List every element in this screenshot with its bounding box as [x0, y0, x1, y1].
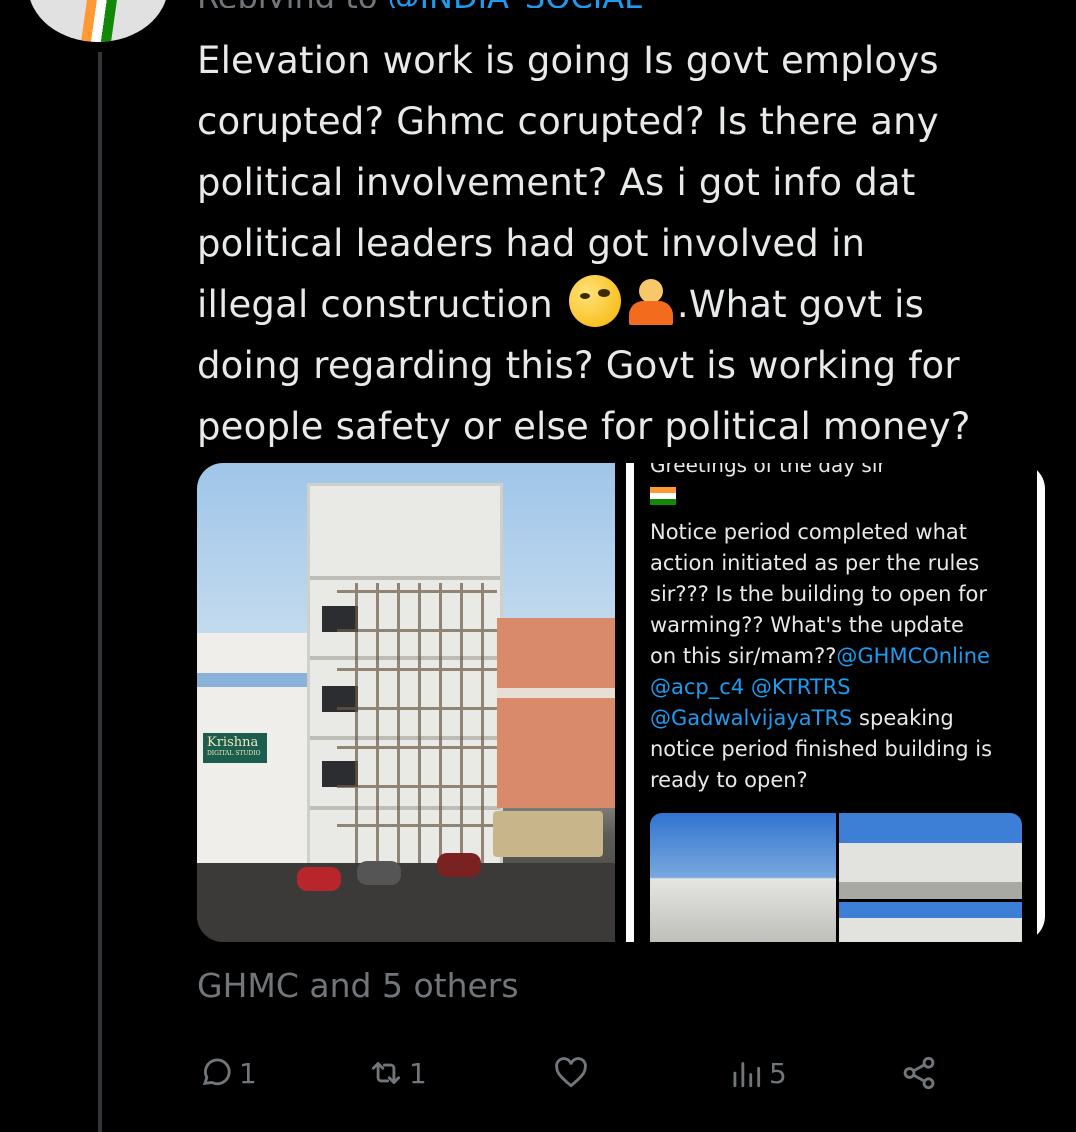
avatar[interactable] [28, 0, 168, 42]
retweet-icon [371, 1062, 401, 1084]
screenshot-photos [650, 813, 1022, 942]
neighbor-building [497, 618, 615, 808]
reply-count: 1 [239, 1056, 257, 1090]
share-icon [903, 1056, 935, 1090]
truck [493, 811, 603, 857]
media-grid: Krishna DIGITAL STUDIO Greetings of the d… [197, 463, 1045, 942]
reply-button[interactable]: 1 [197, 1048, 257, 1098]
share-button[interactable] [900, 1048, 938, 1098]
views-button[interactable]: 5 [727, 1048, 787, 1098]
heart-icon [555, 1057, 587, 1088]
shop-sign-text: Krishna [207, 735, 259, 750]
retweet-button[interactable]: 1 [367, 1048, 427, 1098]
retweet-count: 1 [409, 1056, 427, 1090]
mention-ghmconline: @GHMCOnline [836, 644, 990, 668]
views-chart-icon [733, 1062, 761, 1088]
like-button[interactable] [552, 1048, 594, 1098]
replying-label: Replying to [197, 0, 377, 8]
tweet-text: Elevation work is going Is govt employs … [197, 30, 1057, 457]
replying-to: Replying to @INDIA_SOCIAL [197, 0, 642, 8]
screenshot-image[interactable]: Greetings of the day sir Notice period c… [626, 463, 1045, 942]
greeting-text: Greetings of the day sir [650, 463, 886, 477]
mention-ktrtrs: @KTRTRS [750, 675, 851, 699]
screenshot-photo [839, 902, 1022, 942]
scooter [297, 867, 341, 891]
india-flag-icon [650, 487, 676, 505]
screenshot-text: Notice period completed what action init… [650, 517, 1020, 796]
person-shrugging-emoji-icon [625, 275, 677, 327]
action-bar: 1 1 5 [197, 1048, 1057, 1098]
scooter [437, 853, 481, 877]
reply-icon [202, 1058, 231, 1086]
screenshot-photo [650, 813, 836, 942]
thread-line [98, 52, 102, 1132]
screenshot-border [626, 463, 634, 942]
shop-sign-subtext: DIGITAL STUDIO [207, 750, 261, 757]
mention-acp-c4: @acp_c4 [650, 675, 745, 699]
mention-gadwalvijayatrs: @GadwalvijayaTRS [650, 706, 853, 730]
replying-handle-link[interactable]: @INDIA_SOCIAL [388, 0, 642, 8]
views-count: 5 [769, 1056, 787, 1090]
screenshot-photo [839, 813, 1022, 899]
building-photo[interactable]: Krishna DIGITAL STUDIO [197, 463, 615, 942]
shop-sign: Krishna DIGITAL STUDIO [203, 733, 267, 763]
raised-eyebrow-emoji-icon [568, 275, 621, 327]
road [197, 863, 615, 942]
scaffolding [337, 583, 497, 863]
liked-by-text[interactable]: GHMC and 5 others [197, 966, 519, 1005]
flag-icon [81, 0, 117, 42]
scooter [357, 861, 401, 885]
screenshot-border [1037, 469, 1045, 937]
